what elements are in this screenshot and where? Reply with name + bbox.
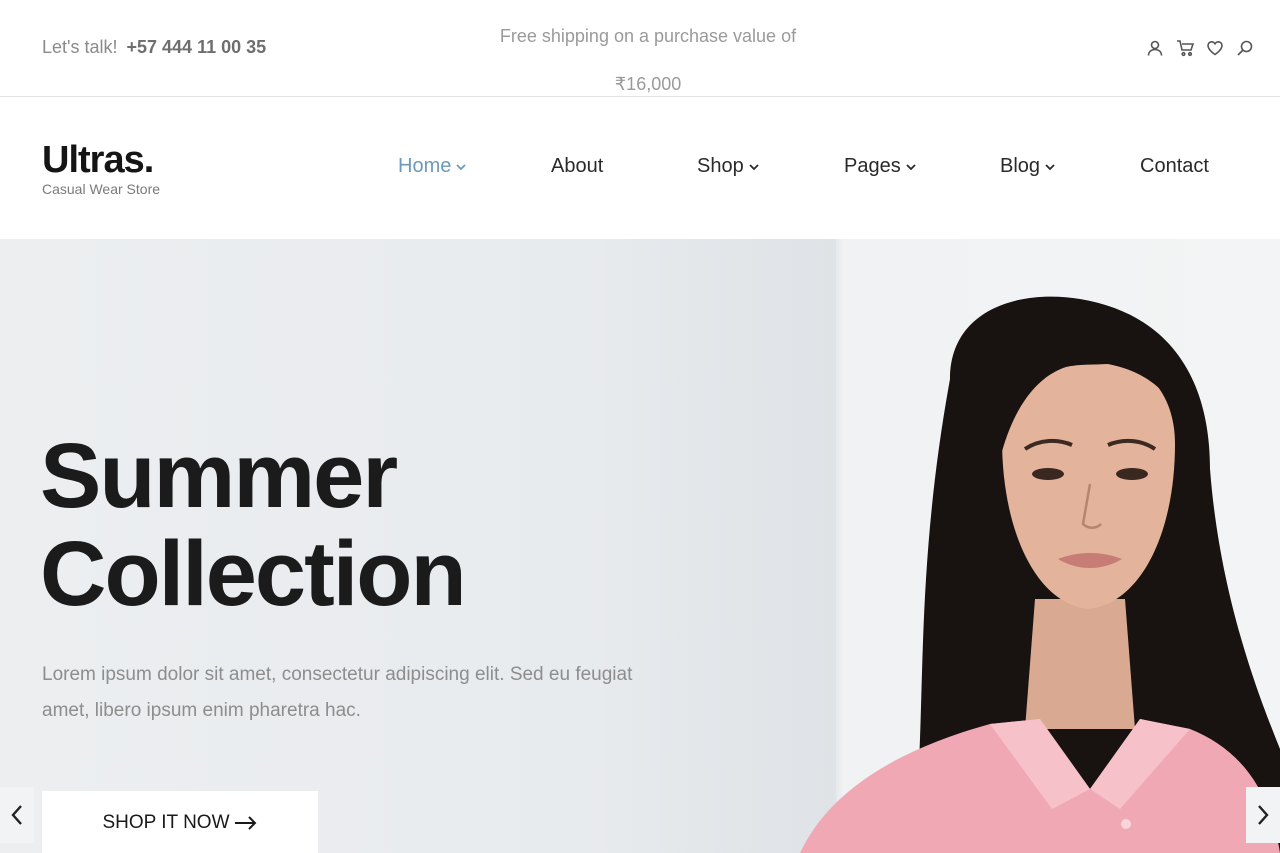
heart-icon[interactable]: [1204, 37, 1226, 59]
slider-prev-button[interactable]: [0, 787, 34, 843]
nav-label: Blog: [1000, 155, 1041, 177]
shipping-line-1: Free shipping on a purchase value of: [499, 26, 797, 46]
chevron-down-icon: [1045, 163, 1055, 170]
nav-label: Pages: [844, 155, 901, 177]
hero-title: Summer Collection: [40, 425, 467, 625]
phone-number[interactable]: +57 444 11 00 35: [127, 37, 267, 57]
search-icon[interactable]: [1234, 37, 1256, 59]
hero-banner: Summer Collection Lorem ipsum dolor sit …: [0, 239, 1280, 853]
nav-label: Home: [398, 155, 452, 177]
nav-item-contact[interactable]: Contact: [1140, 155, 1209, 178]
chevron-left-icon: [11, 805, 22, 825]
main-nav: Home About Shop Pages Blog Contact: [0, 155, 1280, 181]
chevron-right-icon: [1258, 805, 1269, 825]
user-icon[interactable]: [1144, 37, 1166, 59]
cart-icon[interactable]: [1174, 37, 1196, 59]
chevron-down-icon: [749, 163, 759, 170]
slider-next-button[interactable]: [1246, 787, 1280, 843]
header-icons: [1144, 37, 1256, 59]
chevron-down-icon: [906, 163, 916, 170]
chevron-down-icon: [456, 163, 466, 170]
nav-item-shop[interactable]: Shop: [697, 155, 760, 178]
nav-label: Shop: [697, 155, 744, 177]
shipping-notice: Free shipping on a purchase value of ₹16…: [448, 12, 848, 108]
arrow-right-icon: [234, 816, 256, 830]
nav-item-home[interactable]: Home: [398, 155, 467, 178]
hero-title-line-2: Collection: [40, 523, 467, 625]
shop-now-button[interactable]: SHOP IT NOW: [42, 791, 318, 853]
nav-item-pages[interactable]: Pages: [844, 155, 917, 178]
nav-item-blog[interactable]: Blog: [1000, 155, 1056, 178]
nav-label: About: [551, 155, 604, 177]
cta-label: SHOP IT NOW: [102, 812, 230, 833]
hero-description: Lorem ipsum dolor sit amet, consectetur …: [42, 664, 633, 721]
talk-label: Let's talk!: [42, 37, 118, 57]
hero-title-line-1: Summer: [40, 425, 398, 527]
nav-item-about[interactable]: About: [551, 155, 603, 178]
top-bar: Let's talk! +57 444 11 00 35 Free shippi…: [0, 0, 1280, 97]
hero-model-image: [800, 296, 1280, 853]
nav-label: Contact: [1140, 155, 1209, 177]
contact-info: Let's talk! +57 444 11 00 35: [42, 37, 266, 58]
main-header: Ultras. Casual Wear Store Home About Sho…: [0, 97, 1280, 239]
logo-tagline: Casual Wear Store: [42, 181, 161, 197]
